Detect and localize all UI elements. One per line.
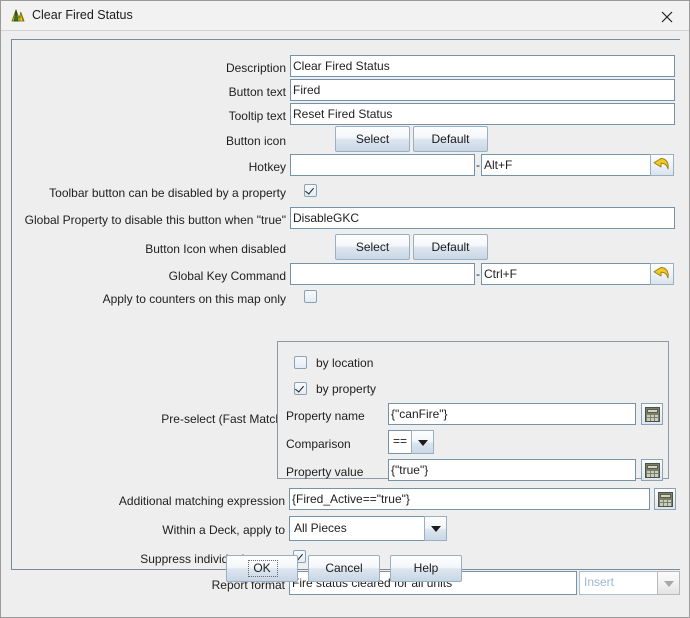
toolbar-disable-label: Toolbar button can be disabled by a prop… [49,186,286,200]
global-key-command-keystroke-input[interactable]: Ctrl+F [481,263,656,285]
deck-apply-value: All Pieces [294,521,347,535]
description-input[interactable]: Clear Fired Status [290,55,675,77]
vassal-logo-icon [10,8,27,25]
hotkey-label: Hotkey [248,160,286,174]
dialog-content: Description Clear Fired Status Button te… [1,31,689,617]
deck-apply-label: Within a Deck, apply to [162,523,285,537]
ok-button[interactable]: OK [226,555,298,582]
hotkey-separator: - [476,158,480,172]
disabled-icon-select-button[interactable]: Select [335,234,410,260]
undo-arrow-icon[interactable] [650,154,674,176]
additional-match-input[interactable]: {Fired_Active=="true"} [289,488,650,510]
global-key-command-label: Global Key Command [168,269,286,283]
by-location-checkbox[interactable] [294,356,307,369]
deck-apply-combobox[interactable]: All Pieces [289,516,447,541]
calculator-glyph [658,492,673,507]
global-key-command-separator: - [476,267,480,281]
toolbar-disable-checkbox[interactable] [304,184,317,197]
comparison-value: == [393,434,408,448]
by-property-label: by property [316,382,377,396]
tooltip-text-label: Tooltip text [228,109,286,123]
by-location-label: by location [316,356,374,370]
calculator-icon[interactable] [641,403,663,425]
button-icon-label: Button icon [225,134,286,148]
global-property-input[interactable]: DisableGKC [290,207,675,229]
description-label: Description [225,61,286,75]
calculator-icon[interactable] [641,459,663,481]
property-value-input[interactable]: {"true"} [388,459,636,481]
by-property-checkbox[interactable] [294,382,307,395]
disabled-icon-label: Button Icon when disabled [145,242,286,256]
undo-arrow-icon[interactable] [650,263,674,285]
button-text-input[interactable]: Fired [290,79,675,101]
calculator-icon[interactable] [654,488,676,510]
help-button[interactable]: Help [390,555,462,582]
global-key-command-name-input[interactable] [290,263,475,285]
button-icon-default-button[interactable]: Default [413,126,488,152]
dialog-window: Clear Fired Status Description Clear Fir… [0,0,690,618]
disabled-icon-default-button[interactable]: Default [413,234,488,260]
cancel-button[interactable]: Cancel [308,555,380,582]
comparison-combobox[interactable]: == [388,430,434,454]
hotkey-name-input[interactable] [290,154,475,176]
this-map-only-label: Apply to counters on this map only [102,292,286,306]
window-title: Clear Fired Status [32,8,133,22]
calculator-glyph [645,463,660,478]
calculator-glyph [645,407,660,422]
this-map-only-checkbox[interactable] [304,290,317,303]
button-text-label: Button text [228,85,286,99]
chevron-down-icon[interactable] [411,430,434,454]
global-property-label: Global Property to disable this button w… [24,213,286,227]
button-icon-select-button[interactable]: Select [335,126,410,152]
ok-button-label: OK [253,561,271,575]
title-bar: Clear Fired Status [1,1,689,31]
dialog-button-bar: OK Cancel Help [1,549,689,589]
additional-match-label: Additional matching expression [118,494,285,508]
hotkey-keystroke-input[interactable]: Alt+F [481,154,656,176]
fast-match-panel: by location by property Property name {"… [277,341,669,481]
tooltip-text-input[interactable]: Reset Fired Status [290,103,675,125]
chevron-down-icon[interactable] [424,516,447,541]
property-name-input[interactable]: {"canFire"} [388,403,636,425]
fast-match-label: Pre-select (Fast Match) [161,412,286,426]
close-icon[interactable] [645,1,689,30]
